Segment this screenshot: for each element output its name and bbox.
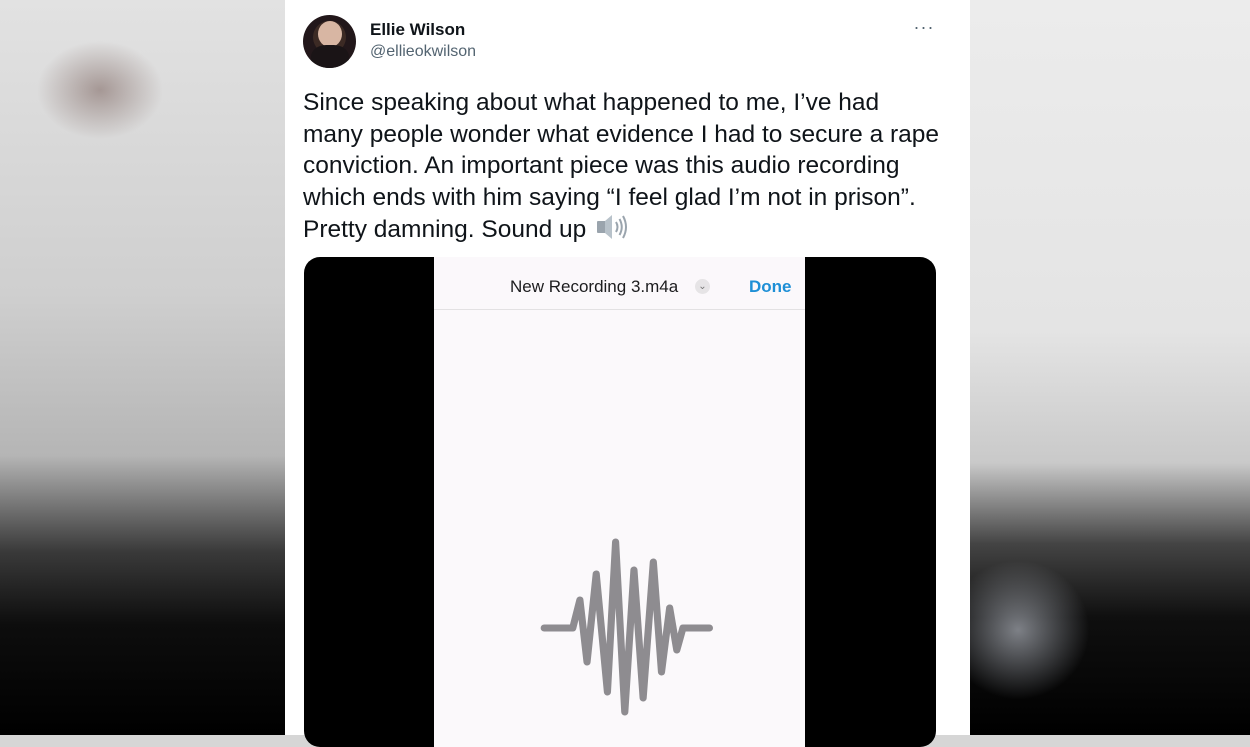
more-options-icon[interactable]: ··· bbox=[911, 14, 937, 40]
tweet-card: Ellie Wilson @ellieokwilson ··· Since sp… bbox=[285, 0, 970, 747]
background-blur-left bbox=[0, 0, 285, 735]
voice-memo-screen: New Recording 3.m4a ⌄ Done bbox=[434, 257, 805, 747]
waveform-icon bbox=[509, 512, 729, 727]
background-blur-right bbox=[970, 0, 1250, 735]
author-name[interactable]: Ellie Wilson bbox=[370, 20, 465, 40]
done-button[interactable]: Done bbox=[749, 277, 792, 297]
chevron-down-icon[interactable]: ⌄ bbox=[695, 279, 710, 294]
recording-title[interactable]: New Recording 3.m4a bbox=[510, 277, 678, 297]
avatar[interactable] bbox=[303, 15, 356, 68]
author-handle[interactable]: @ellieokwilson bbox=[370, 43, 476, 61]
tweet-body: Since speaking about what happened to me… bbox=[303, 87, 943, 250]
recording-header: New Recording 3.m4a ⌄ Done bbox=[434, 257, 805, 310]
speaker-high-volume-icon bbox=[595, 213, 629, 250]
video-player[interactable]: New Recording 3.m4a ⌄ Done bbox=[304, 257, 936, 747]
